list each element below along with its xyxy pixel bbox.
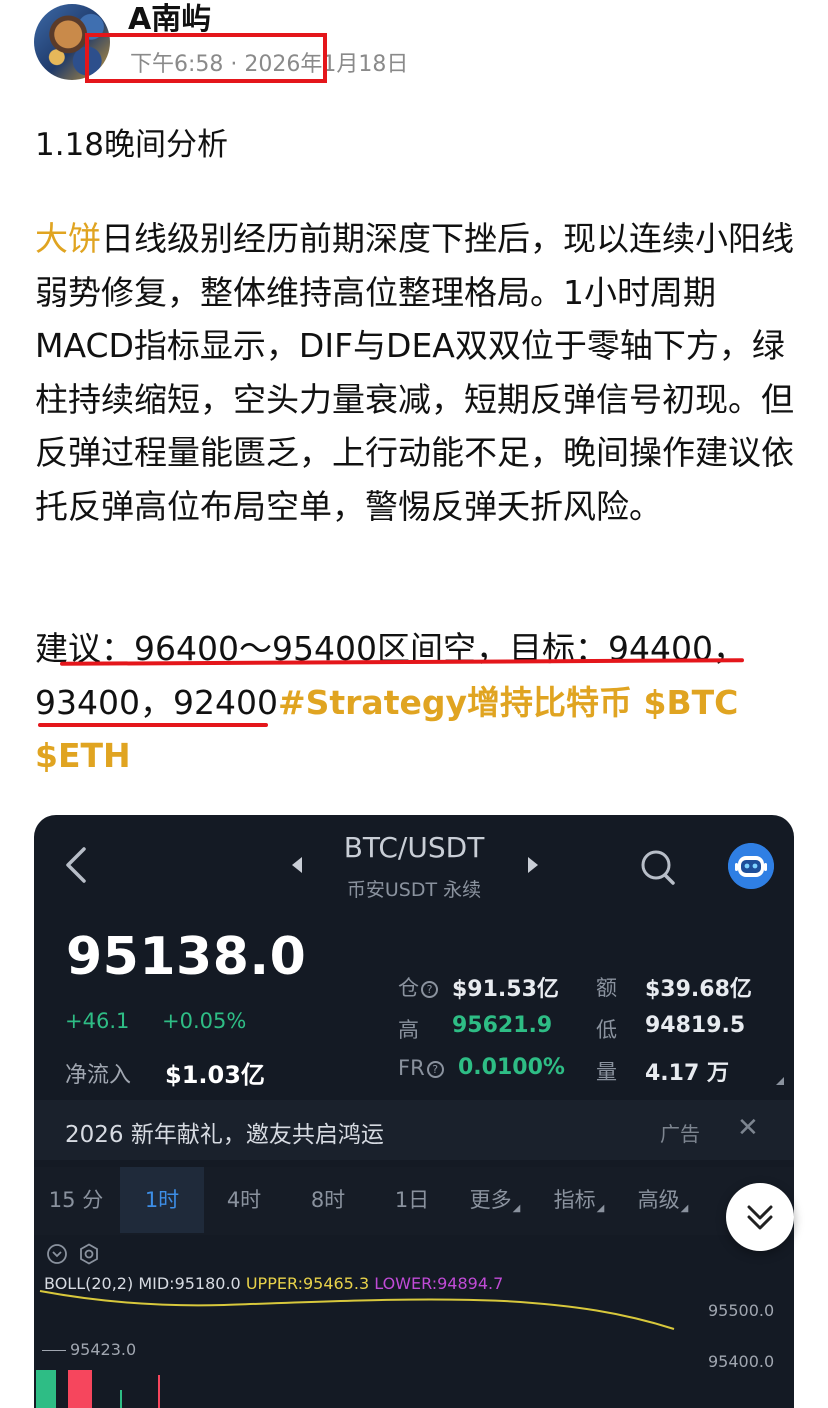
post-body: 大饼日线级别经历前期深度下挫后，现以连续小阳线弱势修复，整体维持高位整理格局。1… xyxy=(35,212,795,533)
high-marker-line xyxy=(42,1350,66,1351)
low-label: 低 xyxy=(596,1018,617,1042)
close-icon[interactable]: ✕ xyxy=(737,1113,759,1143)
trading-screenshot[interactable]: BTC/USDT 币安USDT 永续 95138.0 +46.1 +0.05% … xyxy=(34,815,794,1408)
post-title: 1.18晚间分析 xyxy=(35,127,229,163)
price-axis-label: 95400.0 xyxy=(708,1352,775,1371)
candle-wick xyxy=(120,1390,122,1408)
last-price: 95138.0 xyxy=(66,927,307,987)
price-axis-label: 95500.0 xyxy=(708,1301,775,1320)
open-interest-value: $91.53亿 xyxy=(452,977,559,1002)
expand-corner-icon xyxy=(776,1077,784,1085)
high-label: 高 xyxy=(398,1018,419,1042)
post-body-text: 日线级别经历前期深度下挫后，现以连续小阳线弱势修复，整体维持高位整理格局。1小时… xyxy=(35,219,794,526)
candle xyxy=(36,1370,56,1408)
low-value: 94819.5 xyxy=(645,1013,746,1038)
tab-indicators[interactable]: 指标◢ xyxy=(542,1167,616,1233)
price-change: +46.1 xyxy=(65,1009,130,1033)
funding-rate-label: FR? xyxy=(398,1056,444,1080)
tab-8h[interactable]: 8时 xyxy=(294,1167,362,1233)
tab-advanced[interactable]: 高级◢ xyxy=(626,1167,700,1233)
help-icon: ? xyxy=(421,981,438,998)
net-inflow-label: 净流入 xyxy=(65,1063,132,1088)
coin-tag[interactable]: 大饼 xyxy=(35,219,101,258)
open-interest-label: 仓? xyxy=(398,972,438,1002)
next-pair-icon xyxy=(528,857,538,873)
double-chevron-down-icon xyxy=(747,1205,773,1230)
high-value: 95621.9 xyxy=(452,1013,553,1038)
help-icon: ? xyxy=(426,1061,444,1078)
pair-market: 币安USDT 永续 xyxy=(346,879,482,901)
candle-wick xyxy=(158,1375,160,1408)
ad-banner-text[interactable]: 2026 新年献礼，邀友共启鸿运 xyxy=(65,1115,384,1149)
tab-1h[interactable]: 1时 xyxy=(120,1167,204,1233)
high-marker-label: 95423.0 xyxy=(70,1340,137,1359)
trade-advice: 建议：96400～95400区间空，目标：94400，93400，92400#S… xyxy=(35,622,795,783)
volume-value: 4.17 万 xyxy=(645,1061,729,1086)
price-change-percent: +0.05% xyxy=(162,1009,247,1033)
robot-assistant-icon xyxy=(728,843,774,889)
back-chevron-icon xyxy=(66,847,86,883)
timestamp-highlight-box xyxy=(85,33,327,83)
volume-label: 量 xyxy=(596,1060,617,1084)
boll-upper-line xyxy=(39,1290,675,1330)
tab-more[interactable]: 更多◢ xyxy=(458,1167,532,1233)
ad-label: 广告 xyxy=(660,1122,700,1146)
advice-underline xyxy=(38,723,268,727)
funding-rate-value: 0.0100% xyxy=(458,1055,565,1080)
amount-label: 额 xyxy=(596,976,617,1000)
candle xyxy=(68,1370,92,1408)
amount-value: $39.68亿 xyxy=(645,977,752,1002)
tab-4h[interactable]: 4时 xyxy=(210,1167,278,1233)
net-inflow-value: $1.03亿 xyxy=(165,1061,265,1089)
settings-gear-icon[interactable] xyxy=(78,1243,100,1265)
tab-15m[interactable]: 15 分 xyxy=(40,1167,112,1233)
tab-1d[interactable]: 1日 xyxy=(378,1167,446,1233)
search-icon xyxy=(641,850,675,885)
scroll-down-button[interactable] xyxy=(726,1183,794,1251)
pair-symbol: BTC/USDT xyxy=(343,831,485,864)
collapse-indicator-icon[interactable] xyxy=(46,1243,68,1265)
